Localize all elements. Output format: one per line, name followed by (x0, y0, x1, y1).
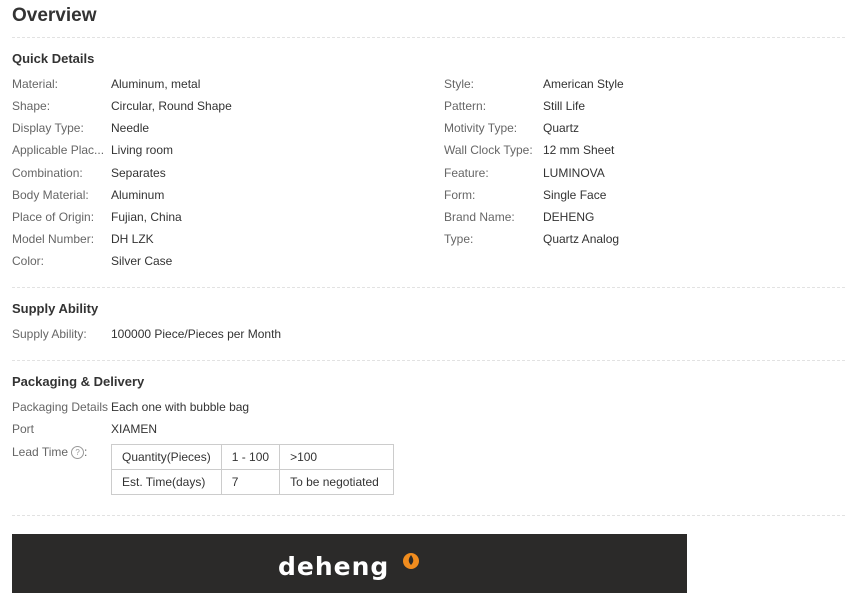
detail-value: Silver Case (111, 254, 173, 268)
detail-label: Place of Origin: (12, 210, 95, 224)
detail-label: Shape: (12, 99, 51, 113)
detail-value: Aluminum (111, 188, 165, 202)
detail-value: American Style (543, 77, 624, 91)
detail-value: Quartz (543, 121, 580, 135)
divider (12, 515, 845, 516)
supply-ability-title: Supply Ability (12, 301, 99, 316)
detail-value: Quartz Analog (543, 232, 620, 246)
table-cell: Est. Time(days) (111, 469, 222, 495)
detail-label: Form: (444, 188, 476, 202)
table-cell: 7 (220, 469, 281, 495)
table-cell: Quantity(Pieces) (111, 444, 222, 470)
detail-label: Body Material: (12, 188, 89, 202)
lead-time-table: Quantity(Pieces) 1 - 100 >100 Est. Time(… (111, 444, 395, 495)
divider (12, 360, 845, 361)
detail-label: Material: (12, 77, 59, 91)
detail-value: 12 mm Sheet (543, 143, 615, 157)
detail-label: Wall Clock Type: (444, 143, 533, 157)
detail-label: Lead Time (12, 445, 69, 459)
detail-value: Living room (111, 143, 174, 157)
detail-value: XIAMEN (111, 422, 158, 436)
detail-label: Pattern: (444, 99, 487, 113)
table-cell: To be negotiated (279, 469, 395, 495)
detail-label: Display Type: (12, 121, 84, 135)
quick-details-title: Quick Details (12, 51, 95, 66)
detail-label: Motivity Type: (444, 121, 518, 135)
detail-value: Separates (111, 166, 166, 180)
detail-label: Style: (444, 77, 475, 91)
detail-value: Each one with bubble bag (111, 400, 250, 414)
detail-label: Type: (444, 232, 474, 246)
detail-value: 100000 Piece/Pieces per Month (111, 327, 282, 341)
table-cell: 1 - 100 (220, 444, 281, 470)
detail-value: LUMINOVA (543, 166, 605, 180)
detail-label: Packaging Details (12, 400, 109, 414)
overview-title: Overview (12, 5, 97, 26)
packaging-delivery-title: Packaging & Delivery (12, 374, 145, 389)
brand-banner: deheng (12, 534, 687, 593)
detail-label: Color: (12, 254, 45, 268)
table-cell: >100 (279, 444, 395, 470)
detail-label: Applicable Plac... (12, 143, 105, 157)
detail-value: DEHENG (543, 210, 595, 224)
detail-value: Needle (111, 121, 150, 135)
divider (12, 37, 845, 38)
detail-value: Circular, Round Shape (111, 99, 232, 113)
detail-label: Feature: (444, 166, 489, 180)
question-circle-icon[interactable]: ? (71, 446, 85, 459)
detail-label: Model Number: (12, 232, 95, 246)
detail-label: Brand Name: (444, 210, 515, 224)
divider (12, 287, 845, 288)
detail-label: Supply Ability: (12, 327, 87, 341)
detail-value: Single Face (543, 188, 607, 202)
detail-value: Aluminum, metal (111, 77, 201, 91)
deheng-logo: deheng (278, 552, 419, 580)
detail-value: DH LZK (111, 232, 154, 246)
table-row: Quantity(Pieces) 1 - 100 >100 (111, 444, 395, 470)
brand-wordmark: deheng (278, 552, 389, 580)
detail-label: Port (12, 422, 35, 436)
detail-value: Still Life (543, 99, 586, 113)
detail-label: Combination: (12, 166, 83, 180)
table-row: Est. Time(days) 7 To be negotiated (111, 469, 395, 495)
detail-value: Fujian, China (111, 210, 182, 224)
lead-time-label-wrap: Lead Time?: (12, 445, 88, 459)
